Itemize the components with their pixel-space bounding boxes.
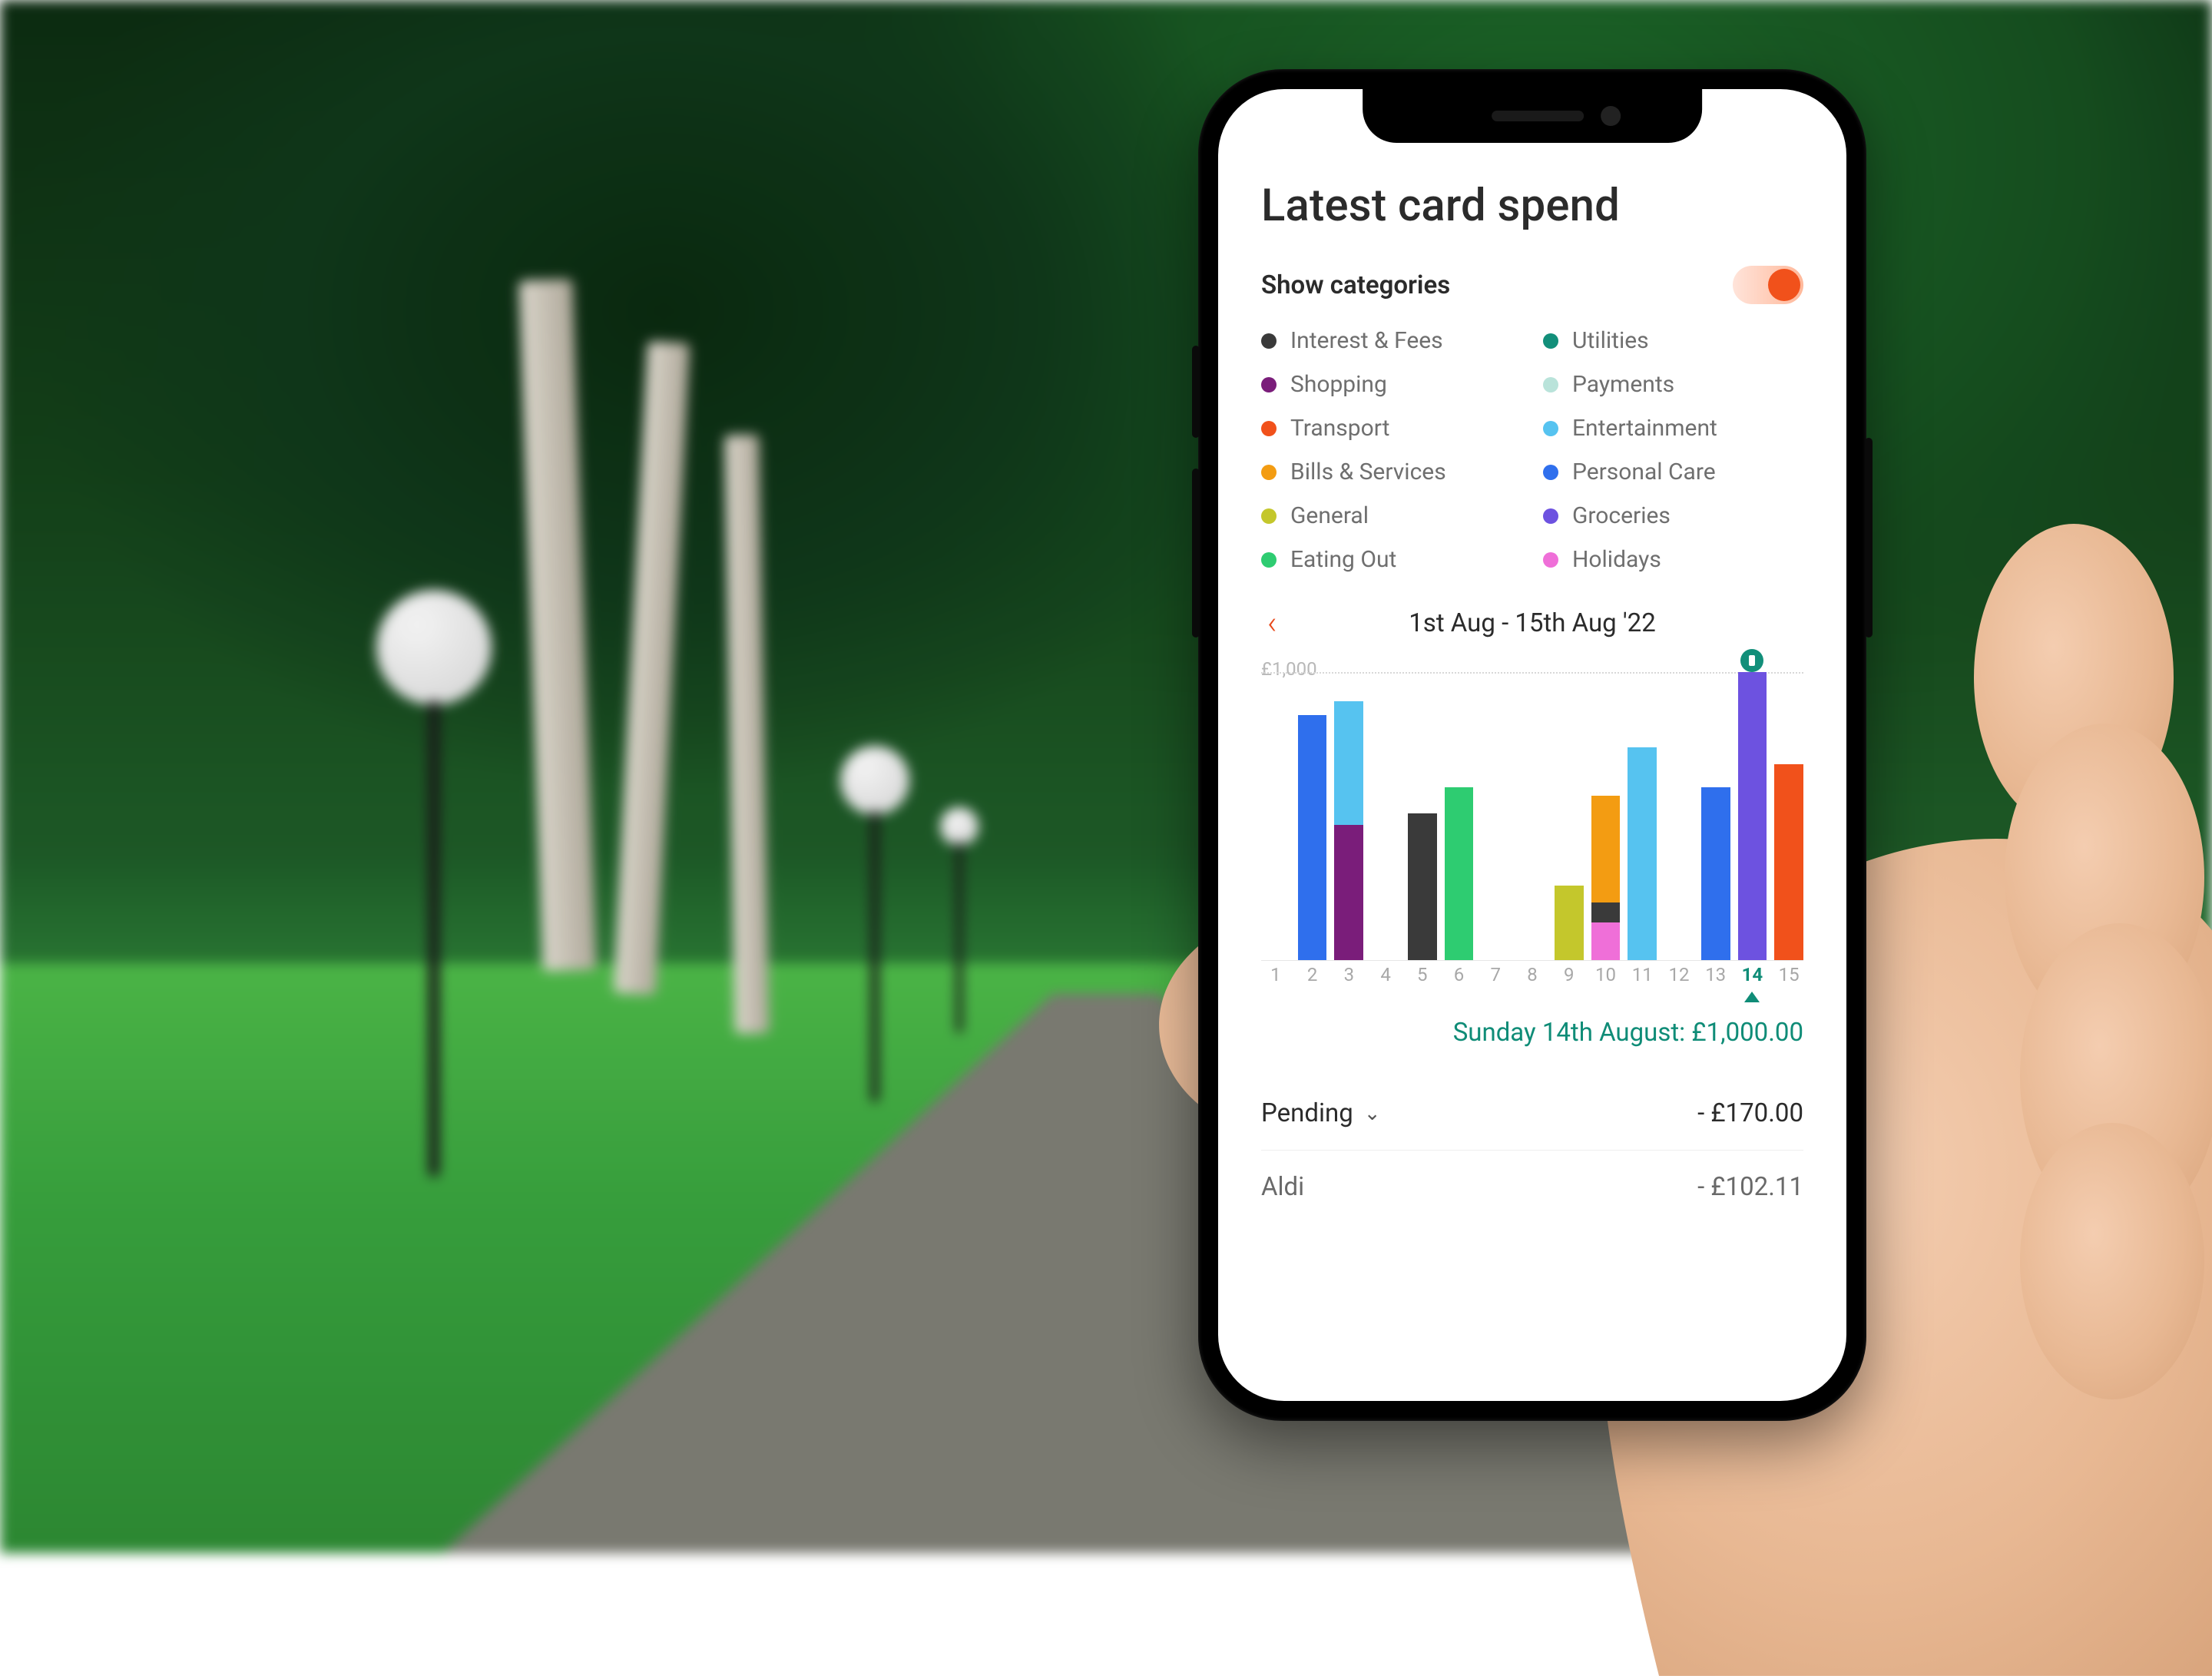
chart-bar[interactable] [1481, 672, 1510, 960]
x-axis-label[interactable]: 6 [1445, 964, 1474, 992]
transaction-row: Aldi - £102.11 [1261, 1151, 1803, 1224]
chevron-down-icon: ⌄ [1364, 1102, 1381, 1125]
date-range-label: 1st Aug - 15th Aug '22 [1409, 608, 1656, 638]
legend-label: Personal Care [1572, 459, 1716, 485]
x-axis-label[interactable]: 7 [1481, 964, 1510, 992]
legend-item[interactable]: Bills & Services [1261, 459, 1522, 485]
legend-item[interactable]: Transport [1261, 415, 1522, 442]
chart-bar-segment [1334, 701, 1363, 825]
legend-label: Shopping [1290, 371, 1387, 398]
chart-bar[interactable] [1371, 672, 1400, 960]
legend-dot-icon [1543, 333, 1558, 349]
chart-bar[interactable] [1664, 672, 1694, 960]
x-axis-label[interactable]: 4 [1371, 964, 1400, 992]
chart-bar[interactable] [1628, 672, 1657, 960]
x-axis-label[interactable]: 5 [1408, 964, 1437, 992]
legend-label: Transport [1290, 415, 1389, 442]
chart-bar[interactable] [1298, 672, 1327, 960]
chart-bar[interactable] [1591, 672, 1621, 960]
legend-dot-icon [1543, 465, 1558, 480]
x-axis-label[interactable]: 1 [1261, 964, 1290, 992]
chart-bar-segment [1445, 787, 1474, 960]
page-title: Latest card spend [1261, 180, 1803, 232]
selected-day-summary: Sunday 14th August: £1,000.00 [1261, 1018, 1803, 1048]
x-axis-label[interactable]: 13 [1701, 964, 1730, 992]
chart-bar-segment [1334, 825, 1363, 960]
legend-item[interactable]: General [1261, 502, 1522, 529]
transaction-amount: - £170.00 [1697, 1098, 1803, 1128]
chart-bar-segment [1591, 902, 1621, 922]
x-axis-label[interactable]: 11 [1628, 964, 1657, 992]
legend-item[interactable]: Personal Care [1543, 459, 1803, 485]
chart-bar[interactable] [1701, 672, 1730, 960]
chart-bar[interactable] [1408, 672, 1437, 960]
x-axis-label[interactable]: 10 [1591, 964, 1621, 992]
legend-dot-icon [1543, 421, 1558, 436]
legend-item[interactable]: Eating Out [1261, 546, 1522, 573]
chart-bar[interactable] [1261, 672, 1290, 960]
phone-device-frame: Latest card spend Show categories Intere… [1198, 69, 1866, 1421]
x-axis-label[interactable]: 2 [1298, 964, 1327, 992]
legend-item[interactable]: Payments [1543, 371, 1803, 398]
chart-bar[interactable] [1445, 672, 1474, 960]
chart-bar[interactable] [1555, 672, 1584, 960]
chart-bar-segment [1628, 747, 1657, 961]
legend-dot-icon [1261, 377, 1277, 392]
legend-item[interactable]: Holidays [1543, 546, 1803, 573]
chart-bar[interactable] [1774, 672, 1803, 960]
legend-dot-icon [1543, 508, 1558, 524]
legend-item[interactable]: Groceries [1543, 502, 1803, 529]
x-axis-label[interactable]: 14 [1738, 964, 1767, 992]
legend-label: Holidays [1572, 546, 1661, 573]
chart-bar-segment [1298, 715, 1327, 960]
legend-label: General [1290, 502, 1369, 529]
chart-bar-segment [1774, 764, 1803, 960]
legend-item[interactable]: Utilities [1543, 327, 1803, 354]
app-screen: Latest card spend Show categories Intere… [1218, 89, 1846, 1401]
legend-dot-icon [1261, 333, 1277, 349]
show-categories-label: Show categories [1261, 270, 1450, 300]
legend-dot-icon [1261, 508, 1277, 524]
legend-label: Entertainment [1572, 415, 1717, 442]
transaction-label: Pending [1261, 1098, 1353, 1128]
chart-bar-segment [1591, 796, 1621, 902]
spend-chart[interactable]: £1,000 123456789101112131415 [1261, 661, 1803, 992]
chart-bar-segment [1738, 672, 1767, 960]
chart-bar-segment [1701, 787, 1730, 960]
show-categories-toggle[interactable] [1733, 266, 1803, 304]
phone-notch [1363, 89, 1702, 143]
legend-label: Eating Out [1290, 546, 1396, 573]
legend-label: Utilities [1572, 327, 1649, 354]
legend-dot-icon [1261, 465, 1277, 480]
background-photo [0, 0, 2212, 1553]
x-axis-label[interactable]: 3 [1334, 964, 1363, 992]
chart-bar-segment [1555, 886, 1584, 961]
legend-item[interactable]: Shopping [1261, 371, 1522, 398]
legend-label: Bills & Services [1290, 459, 1446, 485]
chart-bar[interactable] [1334, 672, 1363, 960]
info-badge-icon[interactable] [1740, 649, 1763, 672]
legend-dot-icon [1543, 552, 1558, 568]
chart-bar-segment [1591, 922, 1621, 960]
chart-bar[interactable] [1738, 672, 1767, 960]
transaction-row[interactable]: Pending ⌄ - £170.00 [1261, 1077, 1803, 1151]
legend-label: Interest & Fees [1290, 327, 1443, 354]
legend-item[interactable]: Entertainment [1543, 415, 1803, 442]
x-axis-label[interactable]: 12 [1664, 964, 1694, 992]
legend-dot-icon [1543, 377, 1558, 392]
transaction-amount: - £102.11 [1697, 1172, 1803, 1202]
legend-label: Payments [1572, 371, 1674, 398]
category-legend: Interest & Fees Utilities Shopping Payments… [1261, 327, 1803, 573]
prev-range-button[interactable]: ‹ [1267, 604, 1277, 642]
legend-dot-icon [1261, 421, 1277, 436]
x-axis-label[interactable]: 8 [1518, 964, 1547, 992]
x-axis-label[interactable]: 15 [1774, 964, 1803, 992]
chart-bar-segment [1408, 813, 1437, 960]
chart-bar[interactable] [1518, 672, 1547, 960]
transaction-label: Aldi [1261, 1172, 1304, 1202]
legend-item[interactable]: Interest & Fees [1261, 327, 1522, 354]
legend-dot-icon [1261, 552, 1277, 568]
legend-label: Groceries [1572, 502, 1671, 529]
x-axis-label[interactable]: 9 [1555, 964, 1584, 992]
